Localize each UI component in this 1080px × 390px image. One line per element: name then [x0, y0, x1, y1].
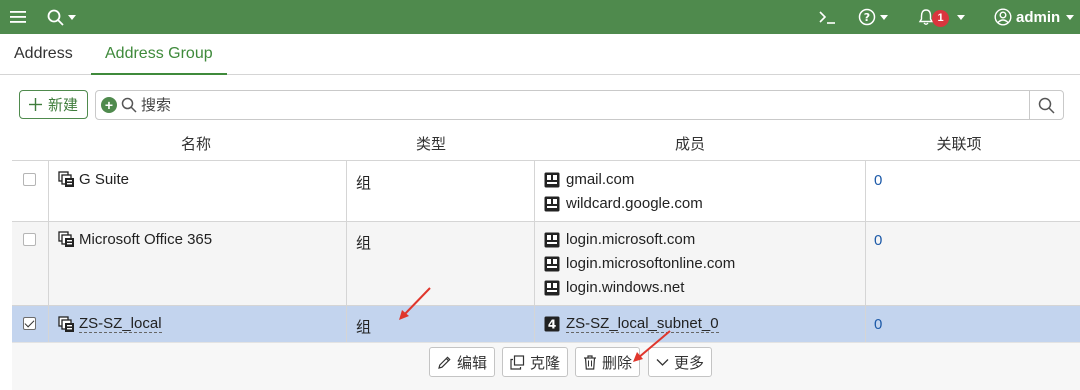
chevron-down-icon [957, 14, 965, 20]
search-submit-button[interactable] [1029, 91, 1063, 119]
member-name: login.microsoftonline.com [566, 255, 736, 272]
group-name: Microsoft Office 365 [79, 231, 213, 248]
search-bar: + [95, 90, 1064, 120]
trash-icon [584, 354, 596, 370]
global-search-button[interactable] [47, 0, 76, 34]
new-button[interactable]: 新建 [19, 90, 88, 119]
type-cell: 组 [356, 175, 372, 192]
username-label: admin [1016, 8, 1061, 26]
member-item: login.windows.net [544, 279, 684, 296]
terminal-icon [819, 11, 835, 24]
help-icon: ? [858, 8, 876, 26]
member-name: gmail.com [566, 171, 635, 188]
user-icon [994, 8, 1012, 26]
chevron-down-icon [1066, 14, 1075, 20]
notification-count-badge: 1 [932, 9, 949, 27]
column-header-references[interactable]: 关联项 [866, 133, 1052, 155]
member-name: wildcard.google.com [566, 195, 703, 212]
svg-text:?: ? [864, 11, 870, 24]
name-cell: Microsoft Office 365 [58, 231, 212, 248]
search-icon [121, 97, 137, 113]
delete-button[interactable]: 删除 [575, 347, 641, 377]
clone-button-label: 克隆 [530, 354, 561, 372]
member-item: 4 ZS-SZ_local_subnet_0 [544, 315, 719, 333]
group-name: G Suite [79, 171, 130, 188]
plus-icon [28, 98, 42, 111]
member-item: gmail.com [544, 171, 634, 188]
new-button-label: 新建 [47, 97, 78, 114]
name-cell: ZS-SZ_local [58, 315, 162, 333]
column-header-type[interactable]: 类型 [346, 133, 516, 155]
help-menu[interactable]: ? [858, 0, 888, 34]
address-group-icon [58, 315, 74, 332]
fqdn-address-icon [544, 280, 560, 295]
notifications-menu[interactable]: 1 [918, 0, 965, 34]
row-checkbox[interactable] [23, 173, 36, 186]
chevron-down-icon [656, 358, 669, 366]
name-cell: G Suite [58, 171, 129, 188]
address-group-table: G Suite 组 gmail.com wildcard.google.com … [12, 160, 1080, 343]
pencil-icon [438, 355, 451, 369]
member-name: login.windows.net [566, 279, 685, 296]
edit-button[interactable]: 编辑 [429, 347, 496, 377]
search-icon [1038, 97, 1055, 114]
user-menu[interactable]: admin [994, 0, 1075, 34]
clone-icon [510, 354, 525, 370]
table-row-selected[interactable]: ZS-SZ_local 组 4 ZS-SZ_local_subnet_0 0 [12, 306, 1080, 343]
address-group-icon [58, 171, 74, 187]
references-link[interactable]: 0 [874, 232, 882, 249]
group-name[interactable]: ZS-SZ_local [79, 315, 162, 333]
type-cell: 组 [356, 235, 372, 252]
tab-address-group[interactable]: Address Group [91, 35, 227, 75]
cli-console-button[interactable] [818, 0, 836, 34]
tab-address[interactable]: Address [0, 35, 87, 75]
hamburger-icon[interactable] [10, 0, 26, 34]
member-name[interactable]: ZS-SZ_local_subnet_0 [566, 315, 719, 333]
ipv4-subnet-icon: 4 [544, 316, 560, 332]
clone-button[interactable]: 克隆 [502, 347, 569, 377]
row-checkbox[interactable] [23, 233, 36, 246]
chevron-down-icon [880, 14, 888, 20]
member-item: login.microsoft.com [544, 231, 695, 248]
chevron-down-icon [68, 14, 76, 20]
search-icon [47, 9, 64, 26]
member-name: login.microsoft.com [566, 231, 696, 248]
address-group-icon [58, 231, 74, 247]
table-row[interactable]: G Suite 组 gmail.com wildcard.google.com … [12, 161, 1080, 222]
column-header-name[interactable]: 名称 [48, 133, 344, 155]
type-cell: 组 [356, 319, 372, 336]
member-item: login.microsoftonline.com [544, 255, 735, 272]
delete-button-label: 删除 [602, 354, 633, 372]
references-link[interactable]: 0 [874, 172, 882, 189]
search-input[interactable] [141, 93, 1021, 117]
fqdn-address-icon [544, 172, 560, 187]
fqdn-address-icon [544, 196, 560, 211]
column-header-members[interactable]: 成员 [534, 133, 846, 155]
more-button[interactable]: 更多 [648, 347, 713, 377]
fqdn-address-icon [544, 232, 560, 247]
top-navigation-bar: ? 1 admin [0, 0, 1080, 34]
table-row[interactable]: Microsoft Office 365 组 login.microsoft.c… [12, 222, 1080, 306]
row-checkbox[interactable] [23, 317, 36, 330]
tab-bar: Address Address Group [0, 35, 1080, 75]
add-filter-icon[interactable]: + [101, 97, 117, 113]
svg-text:4: 4 [548, 318, 556, 332]
member-item: wildcard.google.com [544, 195, 703, 212]
fqdn-address-icon [544, 256, 560, 271]
references-link[interactable]: 0 [874, 316, 882, 333]
more-button-label: 更多 [674, 354, 705, 372]
edit-button-label: 编辑 [457, 354, 488, 372]
